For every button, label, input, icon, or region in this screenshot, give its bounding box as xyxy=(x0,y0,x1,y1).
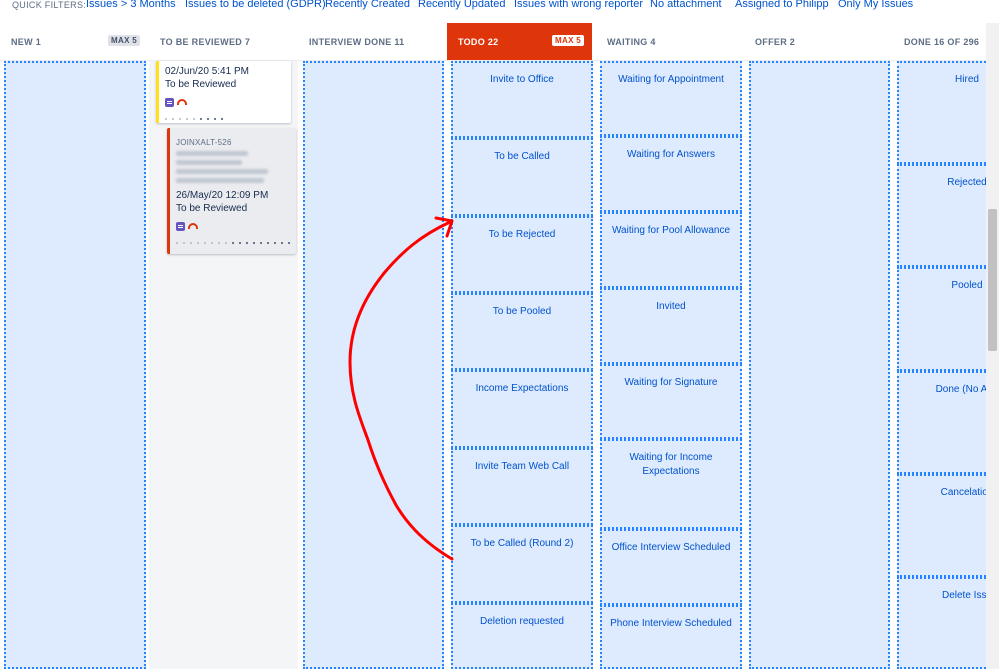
transition-zone-invite-to-office[interactable]: Invite to Office xyxy=(451,61,593,138)
transition-zone-waiting-answers[interactable]: Waiting for Answers xyxy=(600,136,742,212)
zone-label: Invite Team Web Call xyxy=(474,461,570,472)
column-header-done: DONE 16 OF 296 xyxy=(893,23,999,61)
quick-filter-recently-updated[interactable]: Recently Updated xyxy=(418,0,505,11)
transition-zone-waiting-income-expectations[interactable]: Waiting for Income Expectations xyxy=(600,439,742,529)
zone-label: Rejected xyxy=(947,177,987,188)
zone-label: Office Interview Scheduled xyxy=(611,542,731,553)
zone-label: Invite to Office xyxy=(490,74,554,85)
zone-label: To be Called (Round 2) xyxy=(470,538,574,549)
quick-filters-bar: QUICK FILTERS: Issues > 3 Months Issues … xyxy=(0,0,999,22)
priority-high-icon xyxy=(188,223,198,229)
card-status: To be Reviewed xyxy=(176,203,248,214)
column-title: NEW 1 xyxy=(11,37,42,47)
quick-filter-no-attachment[interactable]: No attachment xyxy=(650,0,722,11)
column-interview-done xyxy=(298,61,447,669)
transition-zone-office-interview-scheduled[interactable]: Office Interview Scheduled xyxy=(600,529,742,605)
zone-label: Cancelation xyxy=(940,487,994,498)
column-title: TODO 22 xyxy=(458,37,499,47)
zone-label: Waiting for Answers xyxy=(627,149,715,160)
story-icon xyxy=(176,222,185,231)
zone-label: Hired xyxy=(955,74,979,85)
column-title: TO BE REVIEWED 7 xyxy=(160,37,251,47)
transition-zone-invite-team-web-call[interactable]: Invite Team Web Call xyxy=(451,448,593,525)
transition-zone-waiting-pool-allowance[interactable]: Waiting for Pool Allowance xyxy=(600,212,742,288)
zone-label: Done (No App xyxy=(935,384,999,395)
issue-card[interactable]: JOINXALT-526 26/May/20 12:09 PM To be Re… xyxy=(167,128,296,254)
max-limit-badge: MAX 5 xyxy=(108,35,140,46)
zone-label: To be Rejected xyxy=(488,229,556,240)
quick-filter-recently-created[interactable]: Recently Created xyxy=(325,0,410,11)
card-date: 26/May/20 12:09 PM xyxy=(176,190,269,201)
zone-label: Pooled xyxy=(951,280,983,291)
zone-label: Deletion requested xyxy=(480,616,564,627)
column-header-to-be-reviewed: TO BE REVIEWED 7 xyxy=(149,23,297,61)
card-summary-blurred xyxy=(176,151,272,183)
drop-zone[interactable] xyxy=(4,61,146,669)
zone-label: To be Pooled xyxy=(492,306,552,317)
column-header-interview-done: INTERVIEW DONE 11 xyxy=(298,23,446,61)
zone-label: Invited xyxy=(656,301,686,312)
transition-zone-rejected[interactable]: Rejected xyxy=(897,164,999,267)
column-header-offer: OFFER 2 xyxy=(744,23,892,61)
zone-label: To be Called xyxy=(494,151,550,162)
card-progress-dots xyxy=(176,242,296,244)
priority-high-icon xyxy=(177,99,187,105)
zone-label: Phone Interview Scheduled xyxy=(610,618,732,629)
column-offer xyxy=(745,61,893,669)
transition-zone-income-expectations[interactable]: Income Expectations xyxy=(451,370,593,448)
quick-filters-label: QUICK FILTERS: xyxy=(12,0,87,10)
card-progress-dots xyxy=(165,118,291,120)
transition-zone-waiting-signature[interactable]: Waiting for Signature xyxy=(600,364,742,439)
column-header-todo: TODO 22 MAX 5 xyxy=(447,23,592,61)
transition-zone-delete-issue[interactable]: Delete Issu xyxy=(897,577,999,669)
column-waiting: Waiting for Appointment Waiting for Answ… xyxy=(596,61,745,669)
quick-filter-assigned-philipp[interactable]: Assigned to Philipp xyxy=(735,0,829,11)
card-status: To be Reviewed xyxy=(165,79,237,90)
story-icon xyxy=(165,98,174,107)
zone-label: Delete Issu xyxy=(941,590,993,601)
column-title: OFFER 2 xyxy=(755,37,796,47)
quick-filter-issues-3-months[interactable]: Issues > 3 Months xyxy=(86,0,176,11)
zone-label: Waiting for Pool Allowance xyxy=(611,225,731,236)
column-title: INTERVIEW DONE 11 xyxy=(309,37,405,47)
quick-filter-only-my-issues[interactable]: Only My Issues xyxy=(838,0,913,11)
transition-zone-invited[interactable]: Invited xyxy=(600,288,742,364)
transition-zone-cancelation[interactable]: Cancelation xyxy=(897,474,999,577)
transition-zone-done-no-app[interactable]: Done (No App xyxy=(897,371,999,474)
zone-label: Waiting for Income Expectations xyxy=(629,452,713,477)
drop-zone[interactable] xyxy=(303,61,444,669)
transition-zone-pooled[interactable]: Pooled xyxy=(897,267,999,371)
transition-zone-to-be-rejected[interactable]: To be Rejected xyxy=(451,216,593,293)
column-title: DONE 16 OF 296 xyxy=(904,37,980,47)
scrollbar-thumb[interactable] xyxy=(988,209,997,351)
transition-zone-waiting-appointment[interactable]: Waiting for Appointment xyxy=(600,61,742,136)
quick-filter-wrong-reporter[interactable]: Issues with wrong reporter xyxy=(514,0,643,11)
drop-zone[interactable] xyxy=(749,61,890,669)
transition-zone-to-be-called[interactable]: To be Called xyxy=(451,138,593,216)
vertical-scrollbar[interactable] xyxy=(986,23,999,669)
column-header-waiting: WAITING 4 xyxy=(596,23,744,61)
transition-zone-deletion-requested[interactable]: Deletion requested xyxy=(451,603,593,669)
column-header-new: NEW 1 MAX 5 xyxy=(0,23,148,61)
card-date: 02/Jun/20 5:41 PM xyxy=(165,66,249,77)
quick-filter-gdpr[interactable]: Issues to be deleted (GDPR) xyxy=(185,0,326,11)
column-done: Hired Rejected Pooled Done (No App Cance… xyxy=(893,61,999,669)
card-issue-key: JOINXALT-526 xyxy=(176,138,232,147)
issue-card[interactable]: 02/Jun/20 5:41 PM To be Reviewed xyxy=(156,61,291,123)
max-limit-badge: MAX 5 xyxy=(552,35,584,46)
column-new xyxy=(0,61,149,669)
transition-zone-phone-interview-scheduled[interactable]: Phone Interview Scheduled xyxy=(600,605,742,669)
column-to-be-reviewed: 02/Jun/20 5:41 PM To be Reviewed JOINXAL… xyxy=(149,61,298,669)
zone-label: Waiting for Signature xyxy=(624,377,718,388)
transition-zone-to-be-pooled[interactable]: To be Pooled xyxy=(451,293,593,370)
column-title: WAITING 4 xyxy=(607,37,656,47)
zone-label: Waiting for Appointment xyxy=(618,74,724,85)
transition-zone-hired[interactable]: Hired xyxy=(897,61,999,164)
transition-zone-to-be-called-round-2[interactable]: To be Called (Round 2) xyxy=(451,525,593,603)
zone-label: Income Expectations xyxy=(475,383,569,394)
column-todo: Invite to Office To be Called To be Reje… xyxy=(447,61,596,669)
